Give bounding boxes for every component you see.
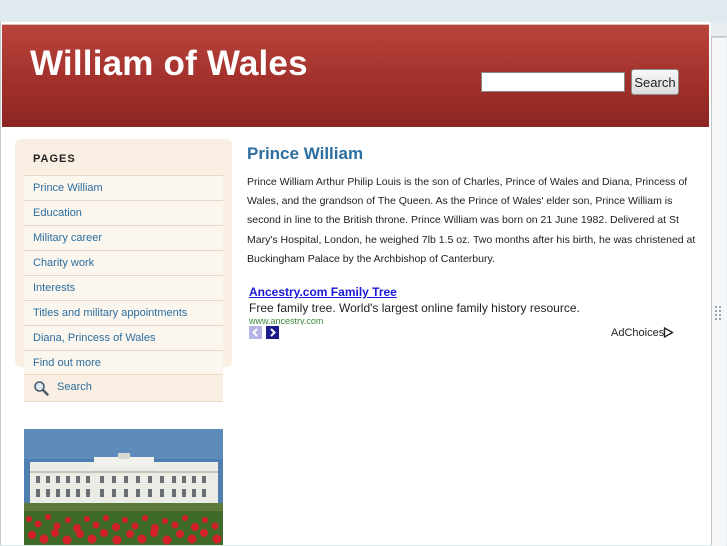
- sidebar-item-prince-william[interactable]: Prince William: [24, 175, 223, 200]
- sidebar-item-titles[interactable]: Titles and military appointments: [24, 300, 223, 325]
- search-icon: [34, 381, 49, 396]
- sidebar-search-link[interactable]: [24, 374, 223, 402]
- ad-title-link[interactable]: Ancestry.com Family Tree: [249, 285, 397, 299]
- sidebar-search-label[interactable]: Search: [57, 381, 92, 393]
- sidebar-item-interests[interactable]: Interests: [24, 275, 223, 300]
- sidebar-item-charity-work[interactable]: Charity work: [24, 250, 223, 275]
- ad-url[interactable]: www.ancestry.com: [249, 316, 323, 325]
- page-body-text: Prince William Arthur Philip Louis is th…: [247, 176, 696, 265]
- scrollbar-grip-icon: [715, 306, 721, 320]
- site-title[interactable]: William of Wales: [30, 44, 308, 84]
- adchoices-link[interactable]: AdChoices: [611, 327, 664, 339]
- scrollbar-thumb[interactable]: [712, 37, 726, 546]
- page-title: Prince William: [247, 144, 364, 163]
- buckingham-palace-photo: [24, 429, 223, 545]
- scroll-up-button[interactable]: [711, 22, 727, 37]
- sidebar-item-military-career[interactable]: Military career: [24, 225, 223, 250]
- sidebar-item-education[interactable]: Education: [24, 200, 223, 225]
- sidebar-item-find-out-more[interactable]: Find out more: [24, 350, 223, 375]
- header-search-button[interactable]: Search: [631, 69, 679, 95]
- header-search-input[interactable]: [481, 72, 625, 92]
- ad-previous-icon[interactable]: [249, 326, 262, 339]
- adchoices-icon[interactable]: [663, 327, 674, 338]
- ad-description: Free family tree. World's largest online…: [249, 301, 580, 315]
- sidebar-heading: PAGES: [33, 153, 76, 165]
- sidebar-item-diana[interactable]: Diana, Princess of Wales: [24, 325, 223, 350]
- sidebar-nav: Prince William Education Military career…: [24, 175, 223, 375]
- browser-top-strip: [0, 0, 727, 22]
- ad-next-icon[interactable]: [266, 326, 279, 339]
